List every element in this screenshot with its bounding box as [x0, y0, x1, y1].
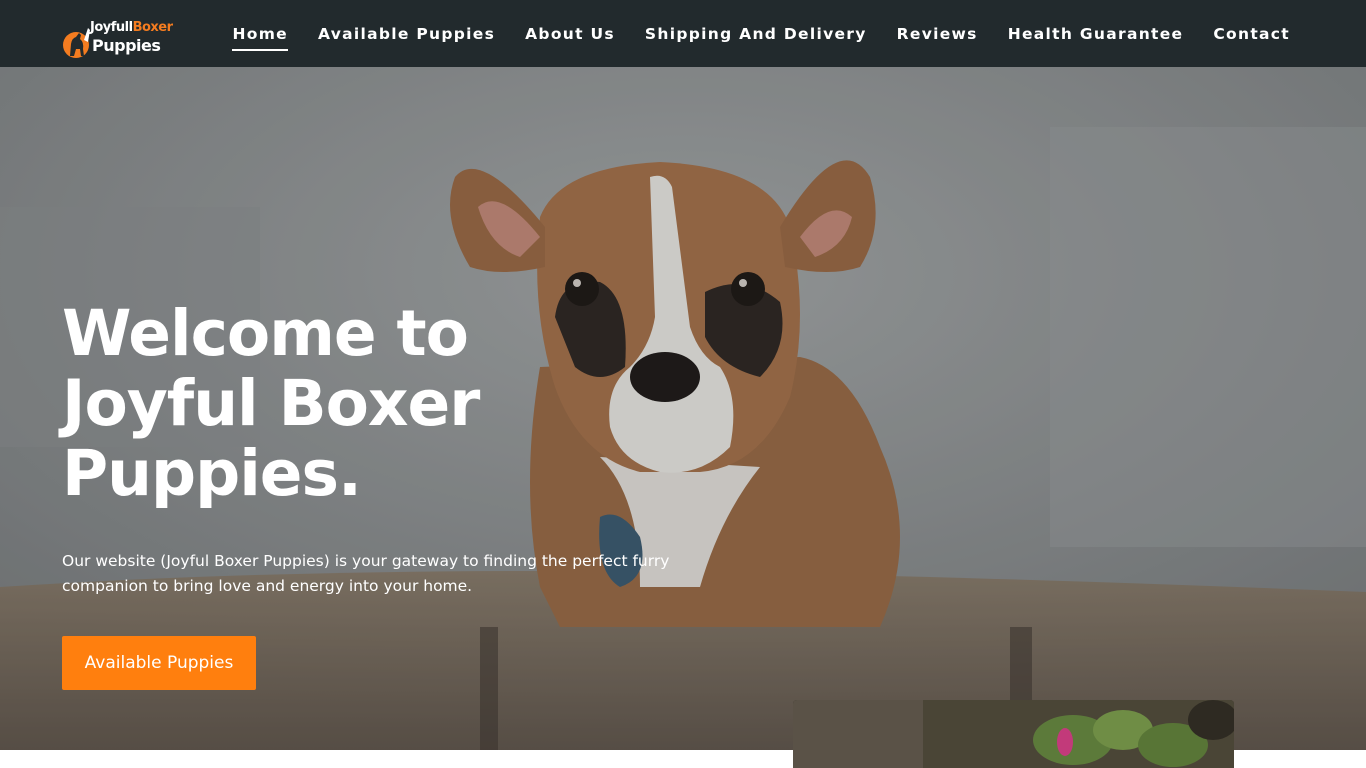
hero-section: Welcome to Joyful Boxer Puppies. Our web… [0, 67, 1366, 750]
nav-reviews[interactable]: Reviews [897, 19, 978, 49]
main-nav: Home Available Puppies About Us Shipping… [232, 0, 1290, 67]
preview-image-card [793, 700, 1234, 768]
logo-word-joyfull: Joyfull [90, 20, 133, 35]
site-logo[interactable]: JoyfullBoxer Puppies [62, 18, 173, 64]
hero-title-line-1: Welcome to [62, 297, 469, 370]
logo-word-boxer: Boxer [132, 20, 173, 35]
nav-available-puppies[interactable]: Available Puppies [318, 19, 495, 49]
site-header: JoyfullBoxer Puppies Home Available Pupp… [0, 0, 1366, 67]
available-puppies-button[interactable]: Available Puppies [62, 636, 256, 690]
logo-word-puppies: Puppies [92, 36, 161, 55]
nav-home[interactable]: Home [232, 19, 289, 51]
garden-preview-image [793, 700, 1234, 768]
hero-title-line-3: Puppies. [62, 437, 362, 510]
nav-contact[interactable]: Contact [1213, 19, 1290, 49]
nav-health-guarantee[interactable]: Health Guarantee [1008, 19, 1184, 49]
nav-shipping-delivery[interactable]: Shipping And Delivery [645, 19, 867, 49]
hero-title: Welcome to Joyful Boxer Puppies. [62, 299, 582, 509]
hero-subtitle: Our website (Joyful Boxer Puppies) is yo… [62, 552, 670, 595]
nav-about-us[interactable]: About Us [525, 19, 615, 49]
hero-title-line-2: Joyful Boxer [62, 367, 480, 440]
